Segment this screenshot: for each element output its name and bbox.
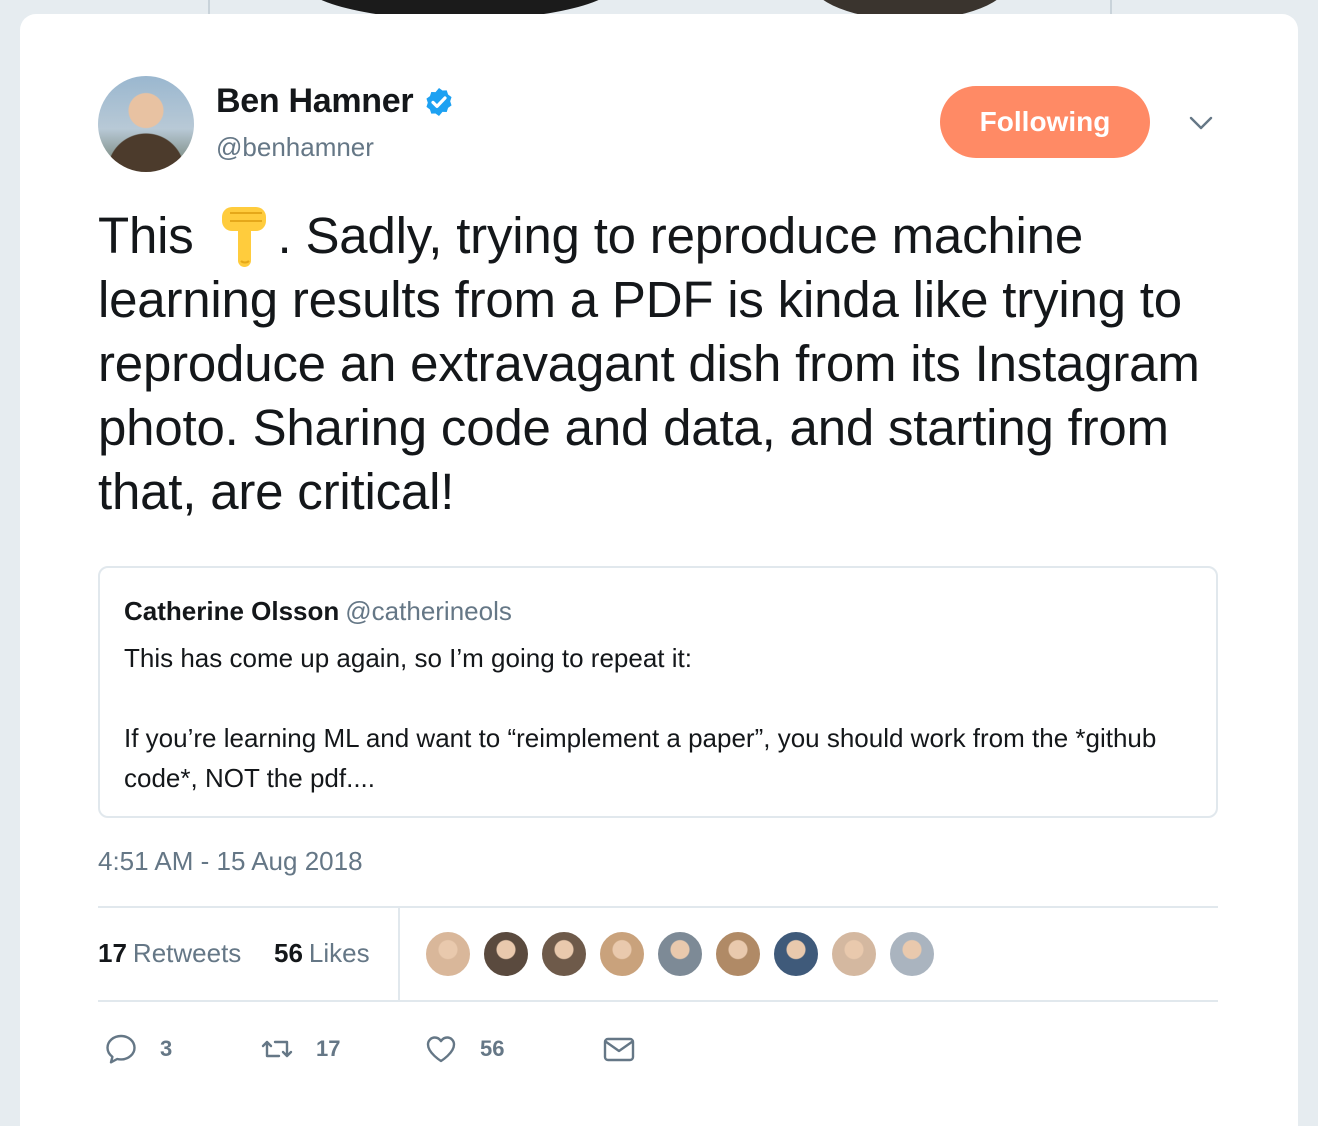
liker-avatar[interactable] <box>598 930 646 978</box>
direct-message-action[interactable] <box>602 1024 636 1074</box>
liker-avatar[interactable] <box>830 930 878 978</box>
retweets-stat[interactable]: 17 Retweets <box>98 938 241 969</box>
retweet-action[interactable]: 17 <box>260 1024 340 1074</box>
author-handle[interactable]: @benhamner <box>216 132 374 163</box>
retweet-count: 17 <box>316 1036 341 1061</box>
quoted-tweet[interactable]: Catherine Olsson @catherineols This has c… <box>98 566 1218 818</box>
quoted-tweet-line: This has come up again, so I’m going to … <box>124 643 692 673</box>
tweet-header: Ben Hamner @benhamner Following <box>98 76 1218 176</box>
liker-avatar[interactable] <box>772 930 820 978</box>
envelope-icon <box>603 1037 635 1062</box>
quoted-tweet-spacer <box>124 678 1184 718</box>
like-action[interactable]: 56 <box>424 1024 504 1074</box>
retweet-icon <box>261 1040 293 1058</box>
verified-badge-icon <box>423 86 455 118</box>
like-count: 56 <box>480 1036 505 1061</box>
reply-count: 3 <box>160 1036 173 1061</box>
quoted-tweet-line: If you’re learning ML and want to “reimp… <box>124 723 1157 793</box>
quoted-author-handle: @catherineols <box>345 596 512 626</box>
tweet-card: Ben Hamner @benhamner Following This . S… <box>20 14 1298 1126</box>
quoted-tweet-header: Catherine Olsson @catherineols <box>124 596 512 627</box>
tweet-stats: 17 Retweets 56 Likes <box>98 906 1218 1002</box>
retweets-label: Retweets <box>132 938 242 968</box>
author-name[interactable]: Ben Hamner <box>216 82 414 121</box>
likes-count: 56 <box>274 938 303 968</box>
likers-avatars <box>424 930 946 978</box>
likes-label: Likes <box>308 938 370 968</box>
liker-avatar[interactable] <box>540 930 588 978</box>
liker-avatar[interactable] <box>888 930 936 978</box>
reply-action[interactable]: 3 <box>104 1024 172 1074</box>
tweet-timestamp[interactable]: 4:51 AM - 15 Aug 2018 <box>98 846 363 877</box>
tweet-text: This . Sadly, trying to reproduce machin… <box>98 204 1228 524</box>
reply-icon <box>106 1034 136 1064</box>
liker-avatar[interactable] <box>424 930 472 978</box>
author-name-row: Ben Hamner <box>216 82 455 121</box>
chevron-down-icon[interactable] <box>1188 110 1214 136</box>
stats-divider <box>398 908 400 1002</box>
author-avatar[interactable] <box>98 76 194 172</box>
quoted-tweet-text: This has come up again, so I’m going to … <box>124 638 1184 798</box>
pointing-down-emoji-icon <box>208 207 278 267</box>
quoted-author-name: Catherine Olsson <box>124 596 340 626</box>
heart-icon <box>426 1036 456 1063</box>
liker-avatar[interactable] <box>656 930 704 978</box>
following-button[interactable]: Following <box>940 86 1150 158</box>
likes-stat[interactable]: 56 Likes <box>274 938 370 969</box>
tweet-actions: 3 17 56 <box>104 1024 704 1074</box>
retweets-count: 17 <box>98 938 127 968</box>
tweet-text-start: This <box>98 207 194 264</box>
liker-avatar[interactable] <box>714 930 762 978</box>
liker-avatar[interactable] <box>482 930 530 978</box>
